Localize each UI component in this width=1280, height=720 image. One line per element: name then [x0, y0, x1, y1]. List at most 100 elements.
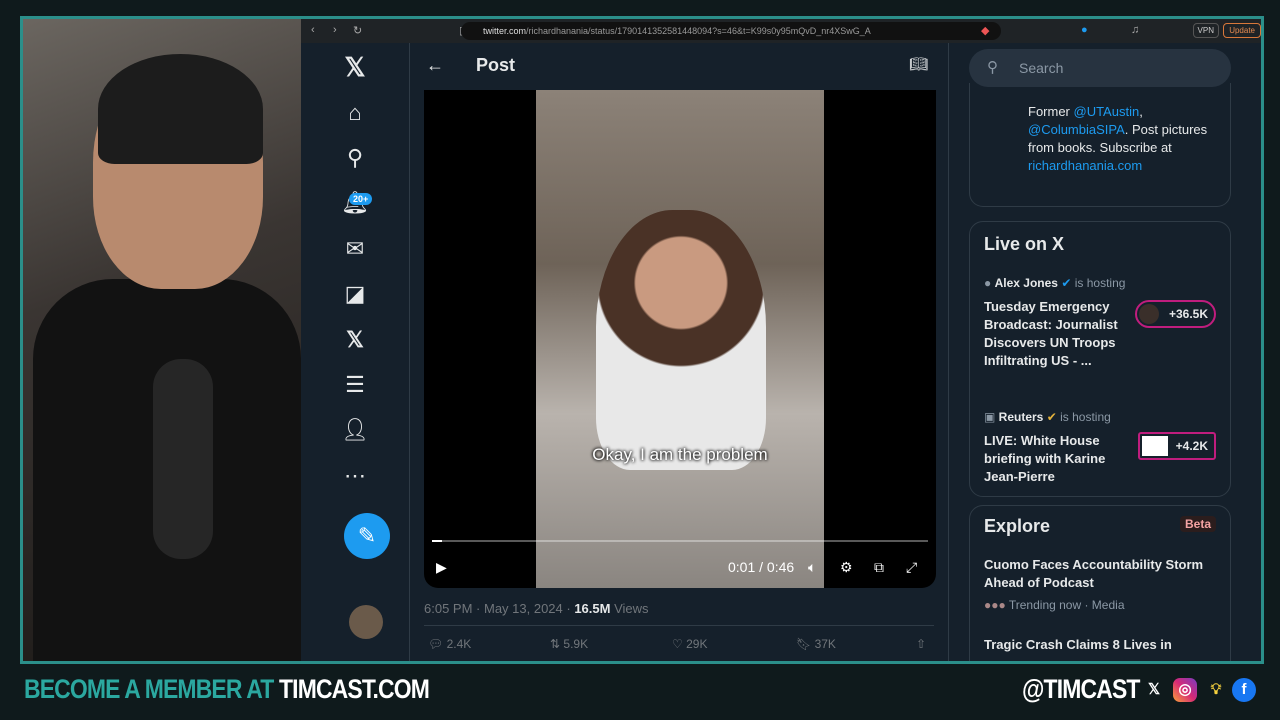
play-icon[interactable]: ▶	[436, 559, 447, 576]
account-avatar[interactable]	[349, 605, 383, 639]
host-beanie	[98, 54, 263, 164]
bookmark-button[interactable]: 🔖︎ 37K	[796, 637, 836, 651]
video-progress-fill	[432, 540, 442, 542]
post-time[interactable]: 6:05 PM	[424, 601, 472, 616]
back-nav-icon[interactable]: ‹	[311, 24, 315, 36]
live-host[interactable]: ▣ Reuters ✔ is hosting	[984, 410, 1111, 424]
trend-meta-text: Trending now · Media	[1008, 598, 1125, 612]
post-date[interactable]: May 13, 2024	[484, 601, 563, 616]
repost-count: 5.9K	[563, 637, 589, 651]
vpn-button[interactable]: VPN	[1192, 23, 1219, 38]
like-count: 29K	[686, 637, 708, 651]
video-player[interactable]: Okay, I am the problem ▶ 0:01 / 0:46 🔈︎ …	[424, 90, 936, 588]
lightbulb-icon: 💡︎	[1210, 681, 1222, 698]
reply-count: 2.4K	[446, 637, 472, 651]
video-progress-bar[interactable]	[432, 540, 928, 542]
x-social-icon: 𝕏	[1147, 681, 1161, 698]
microphone	[153, 359, 213, 559]
reader-mode-icon[interactable]: 📖︎	[909, 55, 928, 73]
forward-nav-icon[interactable]: ›	[333, 24, 337, 36]
trend-title[interactable]: Cuomo Faces Accountability Storm Ahead o…	[984, 556, 1220, 592]
volume-icon[interactable]: 🔈︎	[808, 559, 816, 576]
pip-icon[interactable]: ⧉	[874, 559, 884, 576]
home-icon[interactable]: ⌂	[335, 93, 375, 133]
webcam-feed	[23, 19, 301, 661]
host-name: Alex Jones	[994, 276, 1058, 290]
url-host: twitter.com	[483, 26, 527, 36]
extension-icon[interactable]: ●	[1081, 24, 1088, 36]
search-placeholder: Search	[1019, 60, 1064, 76]
browser-toolbar: ‹ › ↻ ▯ twitter.com/richardhanania/statu…	[301, 19, 1261, 43]
trend-meta: ●●● Trending now · Media	[984, 598, 1125, 612]
share-icon[interactable]: ⇧	[916, 637, 926, 651]
trend-title[interactable]: Tragic Crash Claims 8 Lives in	[984, 636, 1220, 654]
views-label: Views	[614, 601, 649, 616]
video-controls: ▶ 0:01 / 0:46 🔈︎ ⚙ ⧉ ⤢	[424, 555, 936, 581]
live-title: Live on X	[984, 234, 1065, 254]
listener-count: +36.5K	[1168, 307, 1208, 321]
reload-icon[interactable]: ↻	[353, 24, 362, 37]
brave-shield-icon[interactable]: ◆	[981, 24, 989, 37]
reuters-logo	[1141, 436, 1168, 456]
live-listeners-pill[interactable]: +36.5K	[1134, 300, 1216, 328]
messages-icon[interactable]: ✉	[335, 229, 375, 269]
like-button[interactable]: ♡ 29K	[672, 637, 707, 651]
video-frame	[536, 90, 824, 588]
post-header: ← Post 📖︎	[410, 43, 948, 87]
profile-bio-card: Former @UTAustin, @ColumbiaSIPA. Post pi…	[969, 83, 1231, 207]
video-subject	[596, 210, 766, 470]
current-time: 0:01	[728, 559, 756, 575]
more-icon[interactable]: ⋯	[335, 456, 375, 496]
bio-link-columbiasipa[interactable]: @ColumbiaSIPA	[1028, 122, 1125, 137]
bio-link-website[interactable]: richardhanania.com	[1028, 158, 1142, 173]
live-title-text[interactable]: Tuesday Emergency Broadcast: Journalist …	[984, 298, 1129, 370]
profile-icon[interactable]: 👤︎	[335, 410, 375, 450]
listener-count: +4.2K	[1175, 439, 1208, 453]
live-listeners-pill[interactable]: +4.2K	[1137, 432, 1216, 460]
page-title: Post	[476, 54, 516, 75]
settings-gear-icon[interactable]: ⚙	[840, 559, 853, 576]
lists-icon[interactable]: ☰	[335, 365, 375, 405]
member-prefix: BECOME A MEMBER AT	[24, 674, 279, 704]
bio-text: ,	[1139, 104, 1143, 119]
update-button[interactable]: Update	[1223, 23, 1261, 38]
hosting-label: is hosting	[1060, 410, 1111, 424]
facebook-icon: f	[1232, 678, 1256, 702]
member-site: TIMCAST.COM	[279, 674, 430, 704]
instagram-icon: ◎	[1173, 678, 1197, 702]
beta-badge: Beta	[1179, 516, 1216, 532]
host-avatar	[1138, 304, 1159, 324]
back-arrow-icon[interactable]: ←	[426, 55, 466, 76]
bio-link-utaustin[interactable]: @UTAustin	[1074, 104, 1140, 119]
member-banner: BECOME A MEMBER AT TIMCAST.COM	[24, 674, 430, 705]
compose-post-button[interactable]: ✎	[344, 513, 390, 559]
search-icon: ⚲	[987, 59, 998, 76]
post-meta: 6:05 PM · May 13, 2024 · 16.5M Views	[424, 601, 649, 616]
hosting-label: is hosting	[1074, 276, 1126, 290]
bio-text: Former	[1028, 104, 1074, 119]
search-input[interactable]: ⚲ Search	[969, 49, 1231, 87]
fullscreen-icon[interactable]: ⤢	[906, 559, 917, 576]
repost-button[interactable]: ⇅ 5.9K	[550, 637, 588, 651]
url-path: /richardhanania/status/17901413525814480…	[526, 26, 871, 36]
search-icon[interactable]: ⚲	[335, 138, 375, 178]
live-host[interactable]: ● Alex Jones ✔ is hosting	[984, 276, 1125, 290]
reply-button[interactable]: 💬︎ 2.4K	[428, 637, 471, 651]
explore-title: Explore	[984, 516, 1051, 536]
x-logo-icon[interactable]: 𝕏	[335, 47, 375, 87]
grok-icon[interactable]: ◪	[335, 274, 375, 314]
music-icon[interactable]: ♫	[1131, 24, 1139, 36]
video-caption: Okay, I am the problem	[592, 445, 768, 464]
x-sidebar-nav: 𝕏 ⌂ ⚲ 🔔︎ 20+ ✉ ◪ 𝕏 ☰ 👤︎ ⋯ ✎	[301, 43, 409, 661]
premium-x-icon[interactable]: 𝕏	[335, 320, 375, 360]
live-title-text[interactable]: LIVE: White House briefing with Karine J…	[984, 432, 1129, 486]
address-bar[interactable]: twitter.com/richardhanania/status/179014…	[461, 22, 1001, 40]
view-count: 16.5M	[574, 601, 611, 616]
post-column: ← Post 📖︎ Okay, I am the problem ▶ 0:01 …	[409, 43, 949, 661]
host-name: Reuters	[998, 410, 1044, 424]
divider	[424, 625, 934, 626]
bookmark-count: 37K	[814, 637, 836, 651]
social-handle: @TIMCAST	[1022, 674, 1140, 704]
stream-overlay-bar: BECOME A MEMBER AT TIMCAST.COM @TIMCAST …	[0, 664, 1280, 720]
stream-frame: ‹ › ↻ ▯ twitter.com/richardhanania/statu…	[20, 16, 1264, 664]
